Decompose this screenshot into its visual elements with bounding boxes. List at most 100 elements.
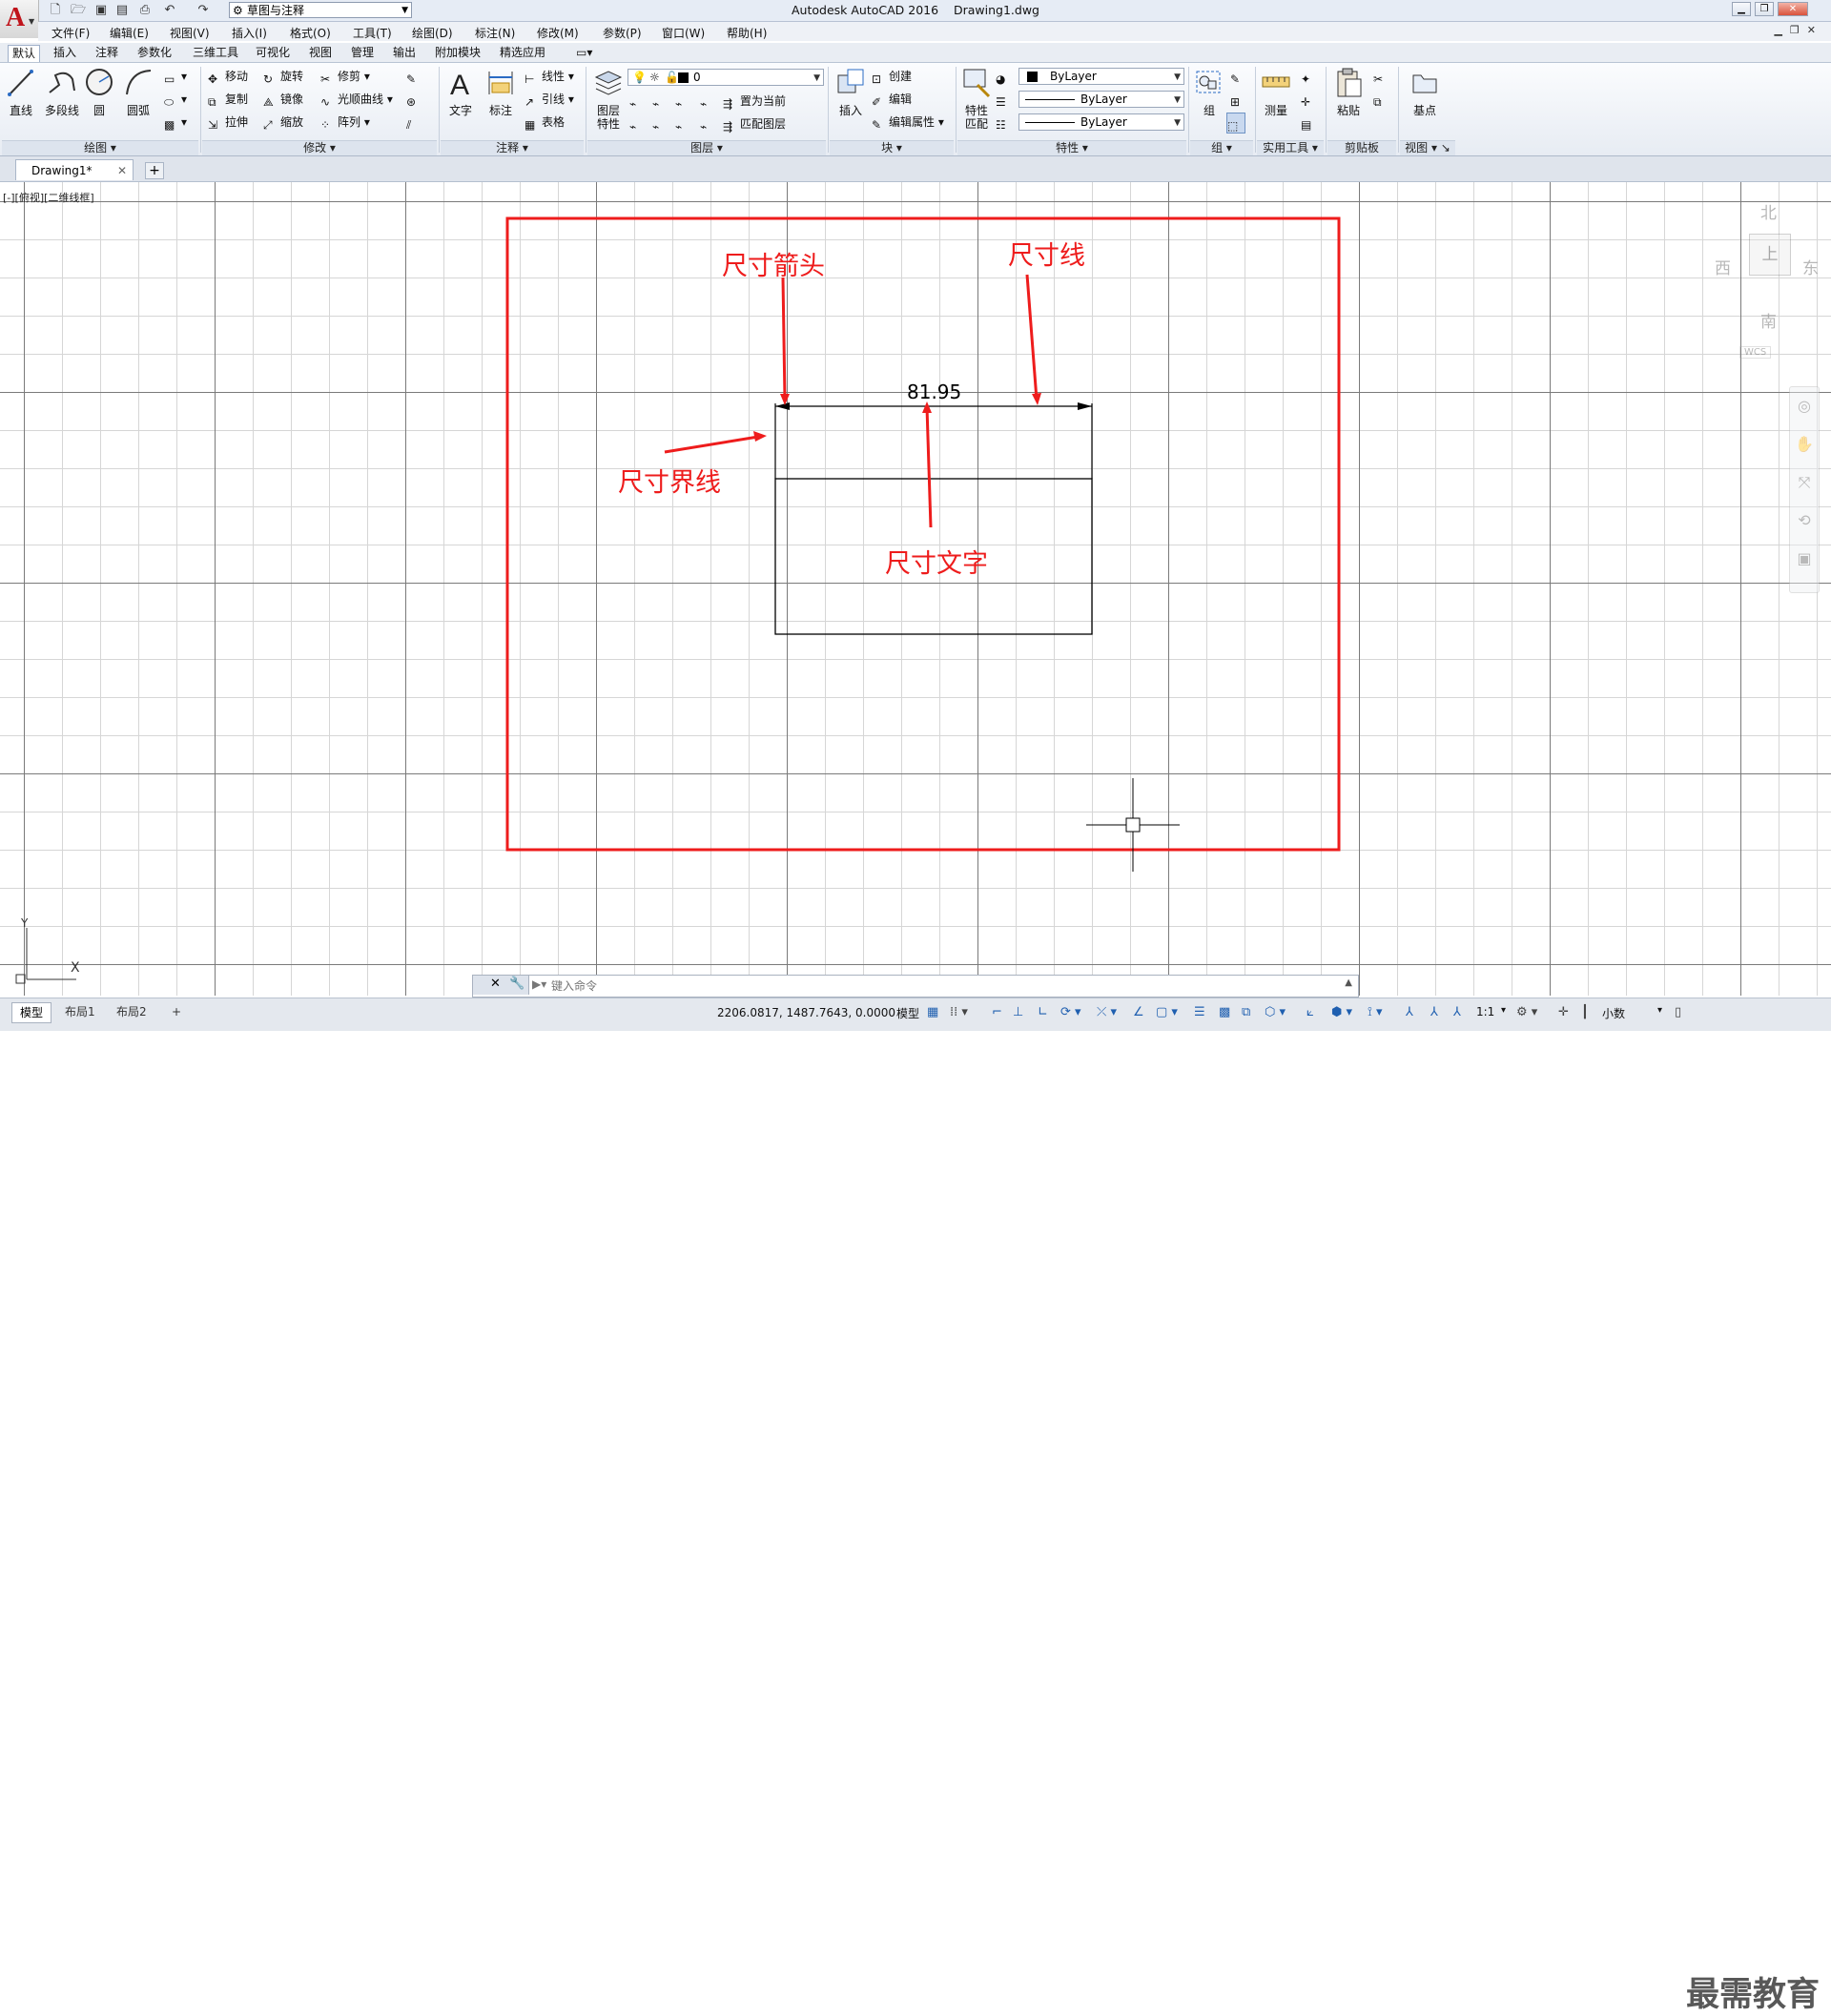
add-layout-button[interactable]: +: [164, 1002, 189, 1021]
stretch-tool[interactable]: ⇲ 拉伸: [208, 113, 248, 132]
minimize-button[interactable]: ▁: [1732, 2, 1751, 16]
draw-panel-title[interactable]: 绘图 ▾: [2, 140, 198, 155]
group-selection-toggle[interactable]: ⬚: [1226, 113, 1245, 134]
layer-tool-8[interactable]: ⌁: [700, 114, 717, 134]
layers-panel-title[interactable]: 图层 ▾: [587, 140, 826, 155]
zoom-icon[interactable]: ⤧: [1790, 463, 1819, 502]
edit-attributes-tool[interactable]: ✎ 编辑属性 ▾: [872, 113, 944, 132]
chevron-up-icon[interactable]: ▲: [1345, 977, 1352, 988]
wcs-menu[interactable]: WCS: [1739, 346, 1772, 359]
polar-tracking-icon[interactable]: ⟳ ▾: [1060, 1005, 1081, 1019]
blend-curves-tool[interactable]: ∿ 光顺曲线 ▾: [320, 90, 393, 109]
leader-tool[interactable]: ↗ 引线 ▾: [525, 90, 574, 109]
tab-manage[interactable]: 管理: [347, 45, 378, 61]
menu-window[interactable]: 窗口(W): [662, 25, 705, 41]
view-panel-title[interactable]: 视图 ▾ ↘: [1400, 140, 1455, 155]
command-prompt-icon[interactable]: ▶▾: [532, 977, 546, 991]
tab-3d-tools[interactable]: 三维工具: [189, 45, 242, 61]
insert-block-button[interactable]: 插入: [832, 66, 870, 136]
tab-annotate[interactable]: 注释: [92, 45, 122, 61]
trim-tool[interactable]: ✂ 修剪 ▾: [320, 67, 370, 86]
pan-icon[interactable]: ✋: [1790, 425, 1819, 463]
tab-visualize[interactable]: 可视化: [252, 45, 294, 61]
infer-constraints-icon[interactable]: ⌐: [992, 1005, 1002, 1019]
mirror-tool[interactable]: ⟁ 镜像: [263, 90, 303, 109]
command-input[interactable]: [549, 977, 1335, 996]
paste-button[interactable]: 粘贴: [1329, 66, 1368, 136]
workspace-dropdown[interactable]: ⚙ 草图与注释 ▼: [229, 2, 412, 18]
layout-tab-layout1[interactable]: 布局1: [57, 1002, 103, 1021]
layer-tool-5[interactable]: ⌁: [629, 114, 647, 134]
coordinate-readout[interactable]: 2206.0817, 1487.7643, 0.0000: [717, 1006, 895, 1019]
group-edit-tool[interactable]: ✎: [1230, 67, 1247, 86]
open-file-icon[interactable]: 🗁: [71, 3, 86, 18]
drawing-canvas[interactable]: [-][俯视][二维线框] 81.95 尺寸箭头 尺寸线 尺寸界线 尺寸文字 Y…: [0, 182, 1831, 996]
tab-default[interactable]: 默认: [8, 45, 41, 62]
id-point-tool[interactable]: ✛: [1301, 90, 1318, 109]
chevron-down-icon[interactable]: ▾: [1501, 1005, 1506, 1016]
viewcube-south[interactable]: 南: [1760, 308, 1777, 332]
table-tool[interactable]: ▦ 表格: [525, 113, 565, 132]
model-space-toggle[interactable]: 模型: [896, 1005, 919, 1021]
layer-tool-2[interactable]: ⌁: [652, 92, 669, 111]
annotation-panel-title[interactable]: 注释 ▾: [441, 140, 584, 155]
wrench-icon[interactable]: 🔧: [509, 977, 525, 991]
layer-tool-4[interactable]: ⌁: [700, 92, 717, 111]
tab-addins[interactable]: 附加模块: [431, 45, 484, 61]
layer-tool-3[interactable]: ⌁: [675, 92, 692, 111]
save-as-icon[interactable]: ▤: [114, 3, 130, 18]
selection-cycling-icon[interactable]: ⧉: [1242, 1005, 1250, 1019]
lineweight-tool[interactable]: ☷: [996, 113, 1013, 132]
text-tool-button[interactable]: A 文字: [442, 66, 480, 136]
lineweight-display-icon[interactable]: ☰: [1194, 1005, 1205, 1019]
steering-wheel-icon[interactable]: ◎: [1790, 387, 1819, 425]
save-icon[interactable]: ▣: [93, 3, 109, 18]
menu-file[interactable]: 文件(F): [51, 25, 90, 41]
lineweight-dropdown[interactable]: ByLayer ▼: [1018, 113, 1184, 131]
viewcube[interactable]: 北 南 东 西 上 WCS: [1707, 195, 1821, 367]
polyline-tool-button[interactable]: 多段线: [40, 66, 84, 136]
object-snap-tracking-icon[interactable]: ∠: [1133, 1005, 1144, 1019]
edit-block-tool[interactable]: ✐ 编辑: [872, 90, 912, 109]
close-button[interactable]: ✕: [1778, 2, 1808, 16]
dimension-tool-button[interactable]: 标注: [482, 66, 520, 136]
erase-tool[interactable]: ✎: [406, 67, 423, 86]
showmotion-icon[interactable]: ▣: [1790, 540, 1819, 578]
undo-icon[interactable]: ↶: [162, 3, 177, 18]
array-tool[interactable]: ⁘ 阵列 ▾: [320, 113, 370, 132]
linetype-dropdown[interactable]: ByLayer ▼: [1018, 91, 1184, 108]
menu-insert[interactable]: 插入(I): [232, 25, 267, 41]
viewcube-north[interactable]: 北: [1760, 199, 1777, 223]
snap-icon[interactable]: ⁞⁞ ▾: [950, 1005, 968, 1019]
file-tab-drawing1[interactable]: Drawing1* ✕: [15, 159, 134, 180]
units-dropdown[interactable]: 小数: [1602, 1005, 1625, 1021]
tab-featured-apps[interactable]: 精选应用: [496, 45, 549, 61]
explode-tool[interactable]: ⊛: [406, 90, 423, 109]
color-wheel-tool[interactable]: ◕: [996, 67, 1013, 86]
color-dropdown[interactable]: ByLayer ▼: [1018, 68, 1184, 85]
calculator-tool[interactable]: ▤: [1301, 113, 1318, 132]
annotation-visibility-icon[interactable]: ⅄: [1406, 1005, 1413, 1019]
application-menu-button[interactable]: A ▼: [0, 0, 39, 38]
command-line[interactable]: ✕ 🔧 ▶▾ ▲: [472, 975, 1359, 998]
layer-tool-6[interactable]: ⌁: [652, 114, 669, 134]
quick-select-tool[interactable]: ✦: [1301, 67, 1318, 86]
cut-tool[interactable]: ✂: [1373, 67, 1390, 86]
clipboard-panel-title[interactable]: 剪贴板: [1327, 140, 1396, 155]
move-tool[interactable]: ✥ 移动: [208, 67, 248, 86]
ungroup-tool[interactable]: ⊞: [1230, 90, 1247, 109]
tab-view[interactable]: 视图: [305, 45, 336, 61]
restore-button[interactable]: ❐: [1755, 2, 1774, 16]
utilities-panel-title[interactable]: 实用工具 ▾: [1257, 140, 1324, 155]
viewcube-top-face[interactable]: 上: [1749, 234, 1791, 276]
grid-icon[interactable]: ▦: [927, 1005, 938, 1019]
selection-filter-icon[interactable]: ⬢ ▾: [1331, 1005, 1352, 1019]
dimension-value-text[interactable]: 81.95: [907, 381, 961, 403]
gear-icon[interactable]: ⚙ ▾: [1516, 1005, 1537, 1019]
navigation-bar[interactable]: ◎ ✋ ⤧ ⟲ ▣: [1789, 386, 1820, 593]
redo-icon[interactable]: ↷: [195, 3, 211, 18]
chevron-down-icon[interactable]: ▾: [1657, 1005, 1662, 1016]
gizmo-icon[interactable]: ⟟ ▾: [1368, 1005, 1383, 1019]
menu-parametric[interactable]: 参数(P): [603, 25, 642, 41]
tab-parametric[interactable]: 参数化: [134, 45, 175, 61]
